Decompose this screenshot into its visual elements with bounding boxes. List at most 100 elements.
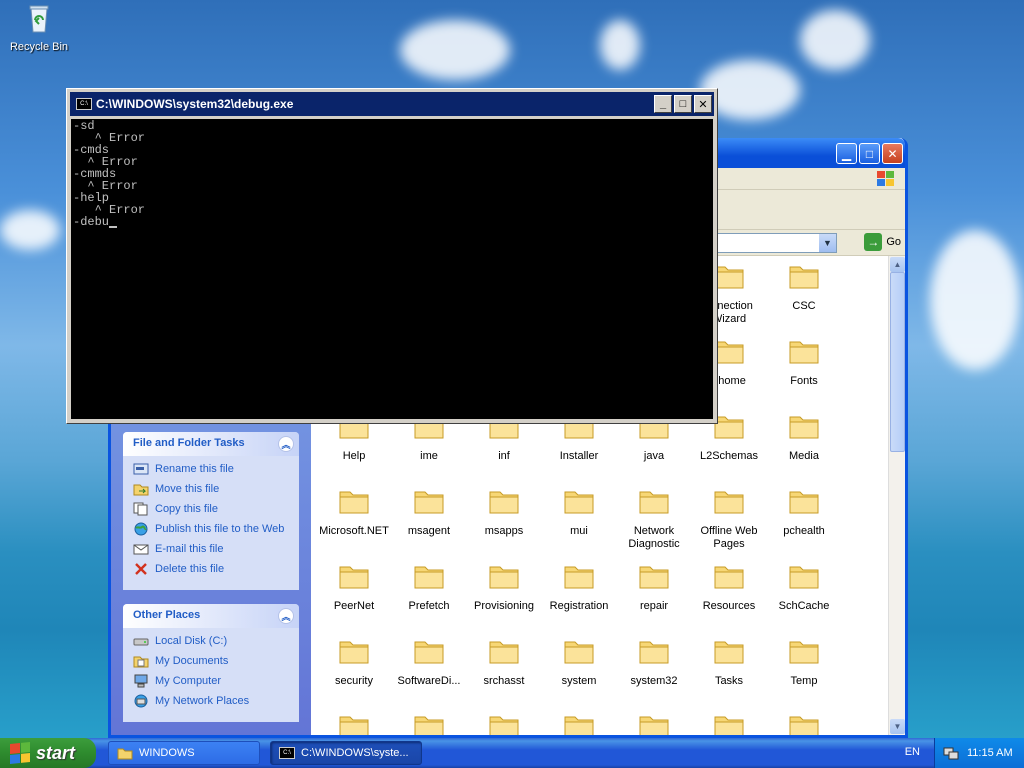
folder-item[interactable]: msagent [392,487,466,538]
folder-item[interactable]: Tasks [692,637,766,688]
folder-label: Tasks [714,675,744,687]
folder-item[interactable]: Resources [692,562,766,613]
taskbar-button-debug[interactable]: C:\ C:\WINDOWS\syste... [270,741,422,765]
folder-item[interactable] [467,712,541,735]
taskbar-button-windows[interactable]: WINDOWS [108,741,260,765]
scroll-down-icon[interactable]: ▼ [890,719,905,734]
place-label: Local Disk (C:) [155,635,228,647]
address-dropdown-icon[interactable]: ▼ [819,234,836,252]
folder-item[interactable]: Registration [542,562,616,613]
folder-icon [339,641,369,664]
folder-item[interactable]: Fonts [767,337,841,388]
folder-label: mui [570,525,588,537]
task-move[interactable]: Move this file [133,482,289,496]
scroll-up-icon[interactable]: ▲ [890,257,905,272]
folder-item[interactable]: Media [767,412,841,463]
folder-item[interactable] [767,712,841,735]
folder-label: inf [498,450,510,462]
recycle-bin-shortcut[interactable]: Recycle Bin [8,2,70,53]
folder-item[interactable]: pchealth [767,487,841,538]
debug-console-window[interactable]: C:\ C:\WINDOWS\system32\debug.exe _ □ ✕ … [66,88,718,424]
folder-item[interactable]: CSC [767,262,841,313]
folder-label: Temp [790,675,818,687]
folder-item[interactable]: SoftwareDi... [392,637,466,688]
console-icon: C:\ [76,98,92,110]
folder-item[interactable]: Offline Web Pages [692,487,766,551]
folder-item[interactable]: security [317,637,391,688]
folder-icon [414,716,444,735]
folder-item[interactable]: Microsoft.NET [317,487,391,538]
task-email[interactable]: E-mail this file [133,542,289,556]
console-title-bar[interactable]: C:\ C:\WINDOWS\system32\debug.exe _ □ ✕ [70,92,714,116]
folder-item[interactable]: repair [617,562,691,613]
email-icon [133,544,149,555]
task-delete[interactable]: Delete this file [133,562,289,576]
other-places-header[interactable]: Other Places ︽ [123,604,299,628]
collapse-icon[interactable]: ︽ [278,608,294,624]
folder-item[interactable] [317,712,391,735]
console-close-button[interactable]: ✕ [694,95,712,113]
language-indicator[interactable]: EN [905,746,920,758]
folder-item[interactable] [542,712,616,735]
taskbar: start WINDOWS C:\ C:\WINDOWS\syste... EN… [0,738,1024,768]
folder-label: Provisioning [474,600,534,612]
folder-item[interactable]: SchCache [767,562,841,613]
file-tasks-header[interactable]: File and Folder Tasks ︽ [123,432,299,456]
task-publish[interactable]: Publish this file to the Web [133,522,289,536]
folder-label: PeerNet [333,600,375,612]
computer-icon [134,674,148,688]
place-local-disk[interactable]: Local Disk (C:) [133,634,289,648]
recycle-bin-label: Recycle Bin [9,41,69,53]
folder-icon [339,716,369,735]
console-maximize-button[interactable]: □ [674,95,692,113]
explorer-maximize-button[interactable]: □ [859,143,880,164]
taskbar-button-label: C:\WINDOWS\syste... [301,747,409,759]
place-my-documents[interactable]: My Documents [133,654,289,668]
folder-item[interactable] [692,712,766,735]
go-arrow-icon: → [864,233,883,251]
place-my-network[interactable]: My Network Places [133,694,289,708]
console-output[interactable]: -sd ^ Error -cmds ^ Error -cmmds ^ Error -h… [71,119,713,419]
task-copy[interactable]: Copy this file [133,502,289,516]
folder-item[interactable]: system [542,637,616,688]
start-button[interactable]: start [0,738,96,768]
folder-item[interactable]: Network Diagnostic [617,487,691,551]
other-places-panel: Other Places ︽ Local Disk (C:) My Docume… [123,604,299,722]
console-minimize-button[interactable]: _ [654,95,672,113]
go-button[interactable]: → Go [864,233,901,251]
folder-label: Registration [549,600,609,612]
folder-item[interactable]: Provisioning [467,562,541,613]
folder-item[interactable] [617,712,691,735]
console-icon: C:\ [279,747,295,759]
console-line: -help [73,191,110,205]
scroll-thumb[interactable] [890,272,905,452]
explorer-close-button[interactable]: ✕ [882,143,903,164]
console-line: ^ Error [73,179,138,193]
folder-label: Media [789,450,819,462]
vertical-scrollbar[interactable]: ▲ ▼ [888,256,905,735]
folder-icon [789,716,819,735]
explorer-minimize-button[interactable]: ▁ [836,143,857,164]
rename-icon [133,463,149,475]
clock[interactable]: 11:15 AM [967,747,1013,759]
folder-label: java [643,450,665,462]
delete-icon [135,563,147,575]
folder-item[interactable]: msapps [467,487,541,538]
task-rename[interactable]: Rename this file [133,462,289,476]
network-tray-icon[interactable] [943,745,959,761]
folder-item[interactable]: Temp [767,637,841,688]
collapse-icon[interactable]: ︽ [278,436,294,452]
folder-label: Help [342,450,366,462]
folder-icon [714,566,744,589]
place-my-computer[interactable]: My Computer [133,674,289,688]
folder-item[interactable] [392,712,466,735]
windows-flag-icon [10,741,30,765]
folder-item[interactable]: PeerNet [317,562,391,613]
folder-item[interactable]: system32 [617,637,691,688]
folder-icon [489,641,519,664]
folder-item[interactable]: mui [542,487,616,538]
folder-item[interactable]: srchasst [467,637,541,688]
cloud [930,230,1020,370]
folder-icon [489,716,519,735]
folder-item[interactable]: Prefetch [392,562,466,613]
